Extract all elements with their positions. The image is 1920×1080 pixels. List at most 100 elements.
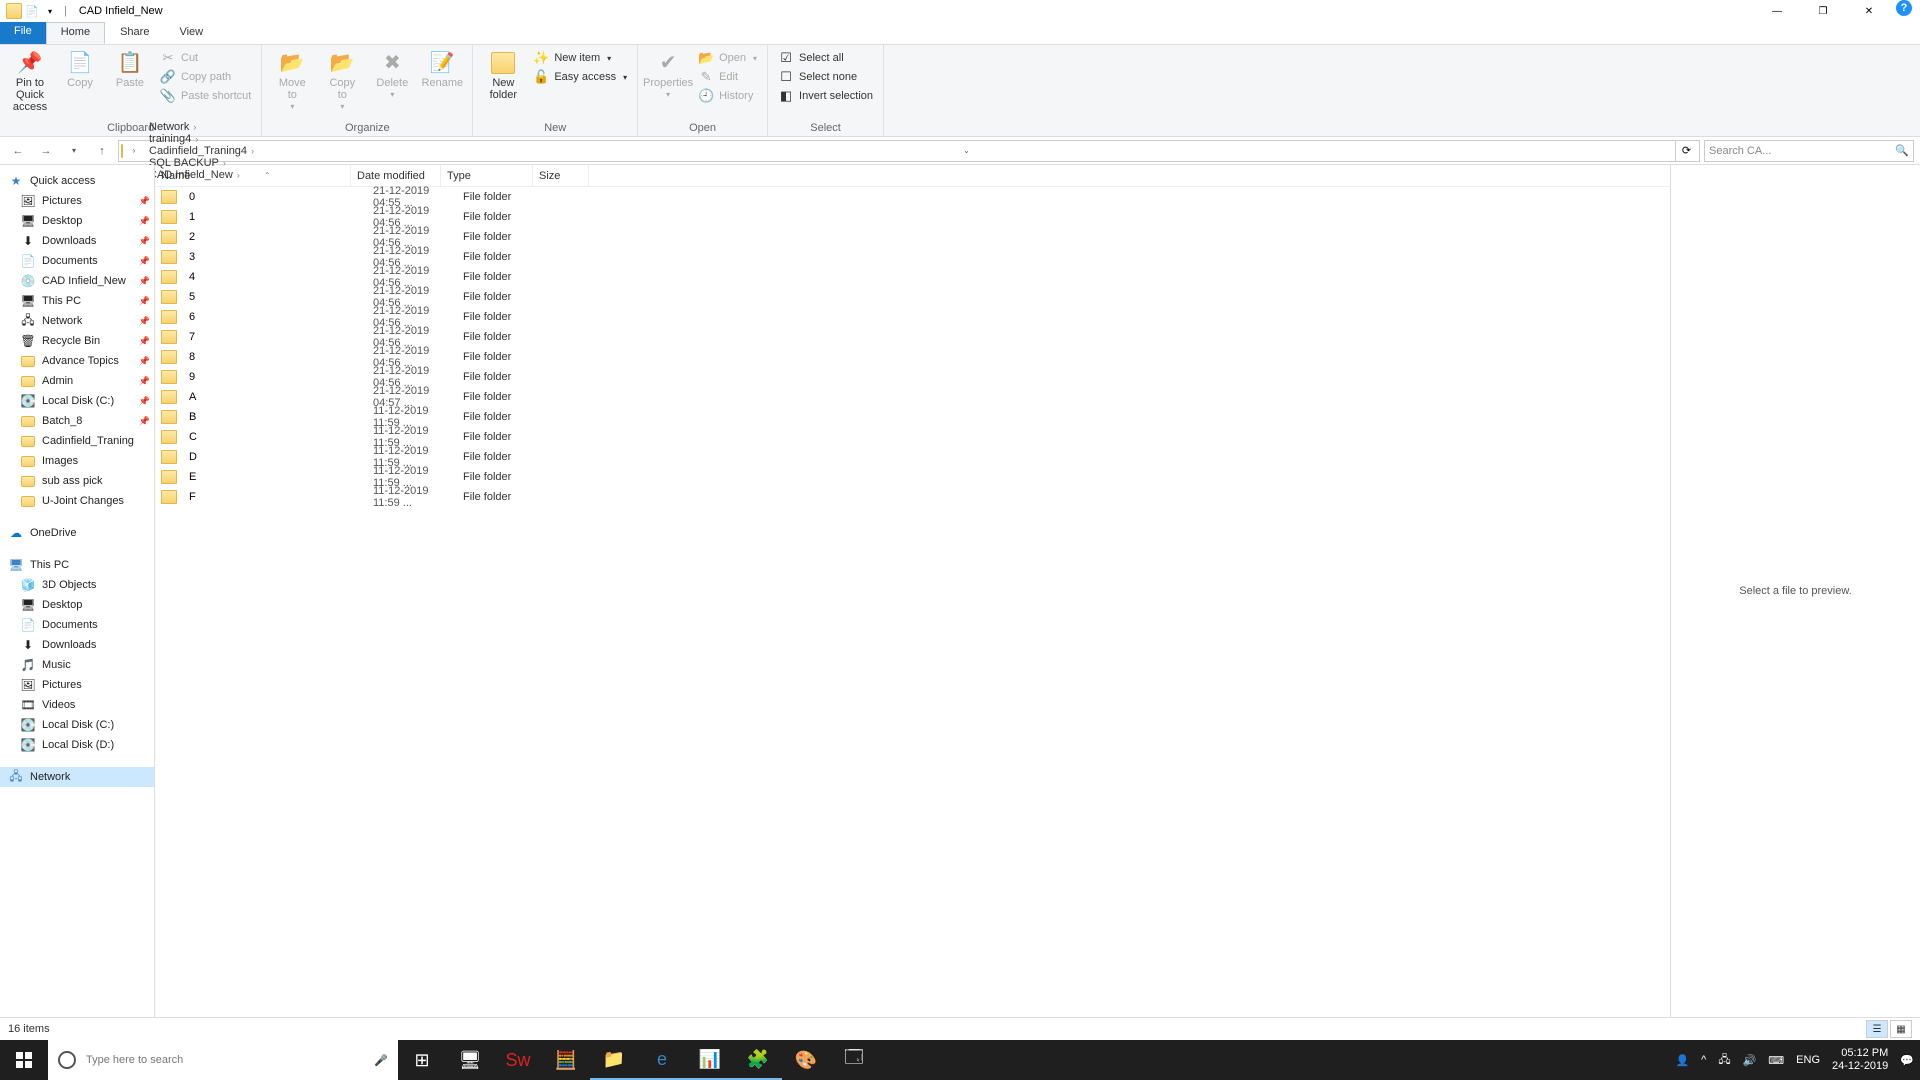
breadcrumb[interactable]: Cadinfield_Traning4 › <box>145 145 258 157</box>
sidebar-item[interactable]: 🖼Pictures <box>0 675 154 695</box>
move-to-button[interactable]: 📂Move to▾ <box>268 47 316 112</box>
table-row[interactable]: 021-12-2019 04:55 ...File folder <box>155 187 1670 207</box>
sidebar-item[interactable]: 💽Local Disk (D:) <box>0 735 154 755</box>
up-button[interactable]: ↑ <box>90 139 114 163</box>
maximize-button[interactable]: ❐ <box>1800 0 1846 22</box>
column-headers[interactable]: Name⌃ Date modified Type Size <box>155 165 1670 187</box>
minimize-button[interactable]: — <box>1754 0 1800 22</box>
tab-view[interactable]: View <box>164 22 218 44</box>
people-icon[interactable]: 👤 <box>1675 1054 1689 1067</box>
sidebar-item[interactable]: 🖥This PC📌 <box>0 291 154 311</box>
history-button[interactable]: 🕘History <box>694 87 761 105</box>
forward-button[interactable]: → <box>34 139 58 163</box>
system-tray[interactable]: 👤 ^ 🖧 🔊 ⌨ ENG 05:12 PM 24-12-2019 💬 <box>1675 1047 1920 1073</box>
sidebar-item[interactable]: 💿CAD Infield_New📌 <box>0 271 154 291</box>
table-row[interactable]: B11-12-2019 11:59 ...File folder <box>155 407 1670 427</box>
table-row[interactable]: C11-12-2019 11:59 ...File folder <box>155 427 1670 447</box>
mic-icon[interactable]: 🎤 <box>374 1054 388 1067</box>
sidebar-item[interactable]: 🎵Music <box>0 655 154 675</box>
paste-button[interactable]: 📋Paste <box>106 47 154 89</box>
pin-to-quick-access-button[interactable]: 📌Pin to Quick access <box>6 47 54 113</box>
sidebar-item[interactable]: 📄Documents <box>0 615 154 635</box>
clock[interactable]: 05:12 PM 24-12-2019 <box>1832 1047 1888 1073</box>
sidebar-item[interactable]: 🎞Videos <box>0 695 154 715</box>
properties-button[interactable]: ✔Properties▾ <box>644 47 692 100</box>
column-name[interactable]: Name⌃ <box>155 165 351 186</box>
sidebar-item-network[interactable]: 🖧Network <box>0 767 154 787</box>
open-button[interactable]: 📂Open▾ <box>694 49 761 67</box>
tab-file[interactable]: File <box>0 22 46 44</box>
new-folder-button[interactable]: New folder <box>479 47 527 101</box>
easy-access-button[interactable]: 🔓Easy access▾ <box>529 68 631 86</box>
rename-button[interactable]: 📝Rename <box>418 47 466 89</box>
sidebar-item-quickaccess[interactable]: ★Quick access <box>0 171 154 191</box>
file-list[interactable]: Name⌃ Date modified Type Size 021-12-201… <box>155 165 1670 1017</box>
help-icon[interactable]: ? <box>1896 0 1912 16</box>
qat-item-icon[interactable]: 📄 <box>24 3 40 19</box>
table-row[interactable]: F11-12-2019 11:59 ...File folder <box>155 487 1670 507</box>
cut-button[interactable]: ✂Cut <box>156 49 255 67</box>
recent-dropdown[interactable]: ▾ <box>62 139 86 163</box>
sidebar-item[interactable]: 🖧Network📌 <box>0 311 154 331</box>
search-input[interactable]: Search CA... 🔍 <box>1704 140 1914 162</box>
new-item-button[interactable]: ✨New item▾ <box>529 49 631 67</box>
sidebar-item[interactable]: 🖥Desktop📌 <box>0 211 154 231</box>
table-row[interactable]: 521-12-2019 04:56 ...File folder <box>155 287 1670 307</box>
paste-shortcut-button[interactable]: 📎Paste shortcut <box>156 87 255 105</box>
tray-expand-icon[interactable]: ^ <box>1701 1054 1706 1066</box>
table-row[interactable]: 621-12-2019 04:56 ...File folder <box>155 307 1670 327</box>
keyboard-icon[interactable]: ⌨ <box>1768 1054 1784 1067</box>
taskbar-app-paint[interactable]: 🎨 <box>782 1040 830 1080</box>
table-row[interactable]: 721-12-2019 04:56 ...File folder <box>155 327 1670 347</box>
sidebar-item[interactable]: sub ass pick <box>0 471 154 491</box>
address-input[interactable]: › Network ›training4 ›Cadinfield_Traning… <box>118 140 1700 162</box>
tab-home[interactable]: Home <box>46 22 105 44</box>
copy-path-button[interactable]: 🔗Copy path <box>156 68 255 86</box>
sidebar-item[interactable]: Advance Topics📌 <box>0 351 154 371</box>
edit-button[interactable]: ✎Edit <box>694 68 761 86</box>
task-view-button[interactable]: ⊞ <box>398 1040 446 1080</box>
table-row[interactable]: A21-12-2019 04:57 ...File folder <box>155 387 1670 407</box>
sidebar-item[interactable]: Images <box>0 451 154 471</box>
large-icons-view-button[interactable]: ▦ <box>1890 1020 1912 1038</box>
notifications-icon[interactable]: 💬 <box>1900 1054 1914 1067</box>
navigation-pane[interactable]: ★Quick access 🖼Pictures📌🖥Desktop📌⬇Downlo… <box>0 165 155 1017</box>
refresh-button[interactable]: ⟳ <box>1675 141 1697 161</box>
tab-share[interactable]: Share <box>105 22 164 44</box>
copy-button[interactable]: 📄Copy <box>56 47 104 89</box>
sidebar-item[interactable]: 🗑Recycle Bin📌 <box>0 331 154 351</box>
details-view-button[interactable]: ☰ <box>1866 1020 1888 1038</box>
volume-icon[interactable]: 🔊 <box>1743 1054 1757 1067</box>
qat-dropdown-icon[interactable]: ▾ <box>42 3 58 19</box>
chevron-right-icon[interactable]: › <box>125 146 143 155</box>
sidebar-item[interactable]: 🖼Pictures📌 <box>0 191 154 211</box>
start-button[interactable] <box>0 1040 48 1080</box>
table-row[interactable]: 921-12-2019 04:56 ...File folder <box>155 367 1670 387</box>
table-row[interactable]: 321-12-2019 04:56 ...File folder <box>155 247 1670 267</box>
taskbar-app-1[interactable]: 🖥 <box>446 1040 494 1080</box>
table-row[interactable]: 821-12-2019 04:56 ...File folder <box>155 347 1670 367</box>
language-indicator[interactable]: ENG <box>1796 1054 1820 1066</box>
taskbar-app-5[interactable]: 🗔 <box>830 1040 878 1080</box>
taskbar-app-calculator[interactable]: 🧮 <box>542 1040 590 1080</box>
sidebar-item[interactable]: 📄Documents📌 <box>0 251 154 271</box>
taskbar-app-explorer[interactable]: 📁 <box>590 1040 638 1080</box>
select-all-button[interactable]: ☑Select all <box>774 49 877 67</box>
taskbar-app-3[interactable]: 📊 <box>686 1040 734 1080</box>
taskbar-app-edge[interactable]: e <box>638 1040 686 1080</box>
sidebar-item[interactable]: Cadinfield_Traning <box>0 431 154 451</box>
copy-to-button[interactable]: 📂Copy to▾ <box>318 47 366 112</box>
taskbar-app-2[interactable]: Sw <box>494 1040 542 1080</box>
sidebar-item[interactable]: 🖥Desktop <box>0 595 154 615</box>
column-type[interactable]: Type <box>441 165 533 186</box>
taskbar-search[interactable]: Type here to search 🎤 <box>48 1040 398 1080</box>
sidebar-item[interactable]: ⬇Downloads📌 <box>0 231 154 251</box>
column-date[interactable]: Date modified <box>351 165 441 186</box>
table-row[interactable]: 221-12-2019 04:56 ...File folder <box>155 227 1670 247</box>
breadcrumb[interactable]: training4 › <box>145 133 258 145</box>
breadcrumb[interactable]: Network › <box>145 121 258 133</box>
sidebar-item[interactable]: 💽Local Disk (C:) <box>0 715 154 735</box>
table-row[interactable]: D11-12-2019 11:59 ...File folder <box>155 447 1670 467</box>
column-size[interactable]: Size <box>533 165 589 186</box>
select-none-button[interactable]: ☐Select none <box>774 68 877 86</box>
